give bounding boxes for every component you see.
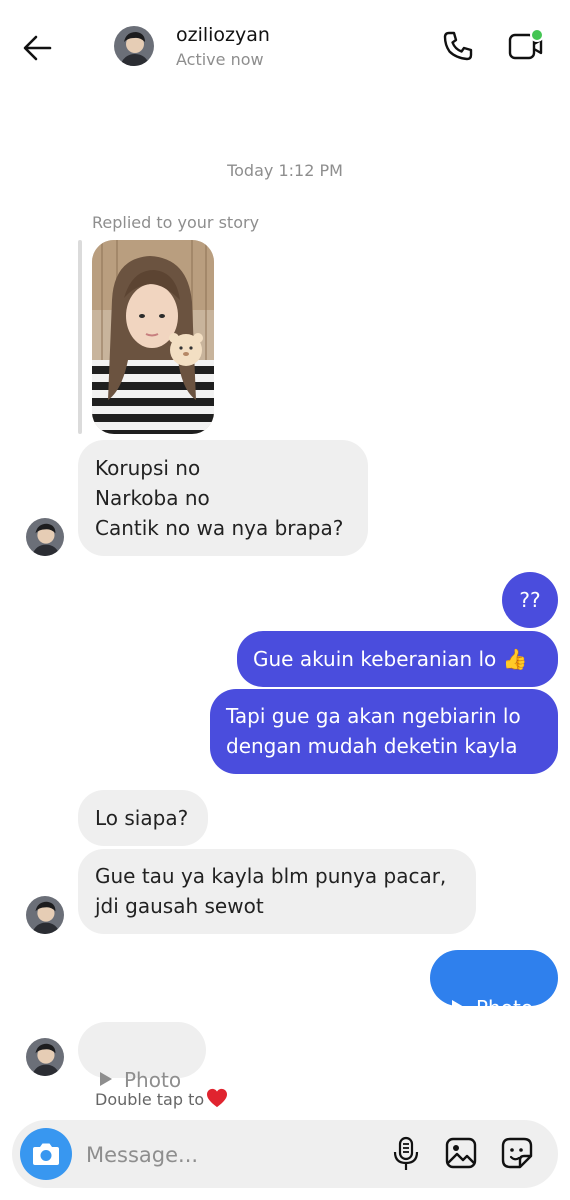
sticker-icon: [501, 1137, 533, 1169]
camera-icon: [33, 1143, 59, 1165]
play-icon: [452, 1000, 464, 1014]
gallery-icon: [445, 1137, 477, 1169]
active-status: Active now: [176, 50, 264, 69]
contact-name[interactable]: oziliozyan: [176, 24, 270, 46]
phone-icon: [443, 31, 473, 61]
double-tap-text: Double tap to: [95, 1090, 205, 1109]
avatar: [26, 518, 64, 556]
thread-timestamp: Today 1:12 PM: [227, 161, 343, 180]
arrow-left-icon: [23, 35, 52, 61]
incoming-message[interactable]: Gue tau ya kayla blm punya pacar, jdi ga…: [78, 849, 476, 934]
outgoing-message[interactable]: ??: [502, 572, 558, 628]
video-call-icon: [508, 28, 544, 60]
outgoing-message[interactable]: Gue akuin keberanian lo 👍: [237, 631, 558, 687]
avatar[interactable]: [114, 26, 154, 66]
avatar: [26, 896, 64, 934]
back-button[interactable]: [20, 30, 56, 66]
story-reply-label: Replied to your story: [92, 213, 260, 232]
message-input[interactable]: [84, 1130, 378, 1180]
photo-label: Photo: [476, 996, 534, 1020]
microphone-icon: [393, 1136, 419, 1170]
heart-icon: [206, 1088, 228, 1112]
double-tap-hint: Double tap to: [95, 1088, 228, 1112]
sticker-button[interactable]: [500, 1136, 534, 1170]
outgoing-message[interactable]: Tapi gue ga akan ngebiarin lo dengan mud…: [210, 689, 558, 774]
reply-indicator-bar: [78, 240, 82, 434]
outgoing-photo-message[interactable]: Photo: [430, 950, 558, 1020]
avatar: [26, 1038, 64, 1076]
story-thumbnail[interactable]: [92, 240, 214, 434]
gallery-button[interactable]: [444, 1136, 478, 1170]
play-icon: [100, 1072, 112, 1086]
incoming-photo-message[interactable]: Photo: [78, 1022, 206, 1092]
incoming-message[interactable]: Korupsi no Narkoba no Cantik no wa nya b…: [78, 440, 368, 556]
video-call-button[interactable]: [506, 26, 546, 66]
call-button[interactable]: [440, 28, 476, 64]
camera-button[interactable]: [20, 1128, 72, 1180]
microphone-button[interactable]: [392, 1136, 420, 1172]
incoming-message[interactable]: Lo siapa?: [78, 790, 208, 846]
